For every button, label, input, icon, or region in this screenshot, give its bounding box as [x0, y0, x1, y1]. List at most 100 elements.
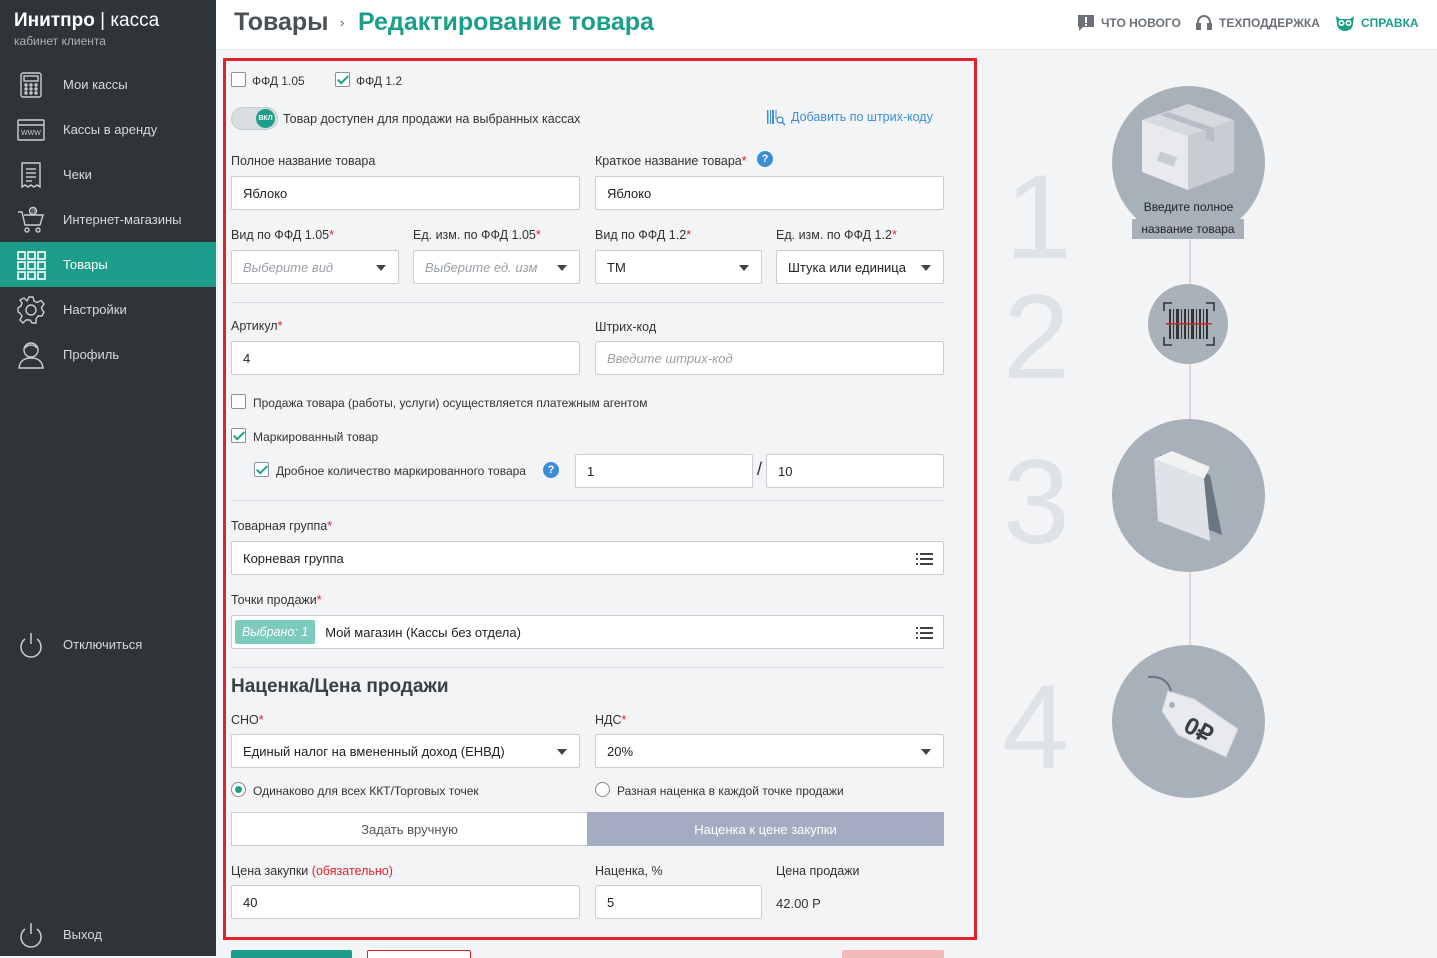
- article-label: Артикул*: [231, 319, 283, 333]
- barcode-search-icon: [767, 110, 786, 126]
- sidebar-item-products[interactable]: Товары: [0, 242, 216, 287]
- support-link[interactable]: ТЕХПОДДЕРЖКА: [1195, 14, 1320, 32]
- help-icon[interactable]: ?: [543, 462, 559, 478]
- sidebar-item-label: Товары: [63, 257, 108, 272]
- ffd12-checkbox[interactable]: [335, 72, 350, 87]
- fraction-numerator-input[interactable]: 1: [575, 454, 753, 488]
- sidebar-item-label: Чеки: [63, 167, 92, 182]
- cash-register-icon: [16, 70, 46, 100]
- ffd105-checkbox[interactable]: [231, 72, 246, 87]
- full-name-input[interactable]: Яблоко: [231, 176, 580, 210]
- availability-toggle[interactable]: ВКЛ: [231, 107, 278, 130]
- toggle-knob: ВКЛ: [256, 109, 275, 128]
- add-by-barcode-link[interactable]: Добавить по штрих-коду: [766, 108, 933, 126]
- web-window-icon: WWW: [16, 115, 46, 145]
- fraction-slash: /: [757, 459, 763, 479]
- chat-alert-icon: [1078, 15, 1094, 31]
- same-markup-radio[interactable]: [231, 782, 246, 797]
- product-group-label: Товарная группа*: [231, 519, 333, 533]
- sno-select[interactable]: Единый налог на вмененный доход (ЕНВД): [231, 734, 580, 768]
- sale-price-label: Цена продажи: [776, 864, 860, 878]
- kind105-select[interactable]: Выберите вид: [231, 250, 399, 284]
- unit12-label: Ед. изм. по ФФД 1.2*: [776, 228, 897, 242]
- chevron-down-icon: [557, 749, 567, 755]
- markup-label: Наценка, %: [595, 864, 663, 878]
- disconnect-button[interactable]: Отключиться: [0, 622, 216, 667]
- step1-circle: Введите полное название товара: [1112, 86, 1265, 239]
- unit105-select[interactable]: Выберите ед. изм: [413, 250, 580, 284]
- sidebar-item-label: Профиль: [63, 347, 120, 362]
- save-button[interactable]: [231, 950, 352, 958]
- nds-label: НДС*: [595, 713, 627, 727]
- logout-button[interactable]: Выход: [0, 912, 216, 957]
- fractional-quantity-checkbox[interactable]: [254, 462, 269, 477]
- help-icon[interactable]: ?: [757, 151, 773, 167]
- different-markup-radio[interactable]: [595, 782, 610, 797]
- article-input[interactable]: 4: [231, 341, 580, 375]
- chevron-down-icon: [921, 265, 931, 271]
- divider: [231, 667, 944, 668]
- breadcrumb-separator: ›: [340, 15, 345, 30]
- folder-icon: [1154, 451, 1222, 541]
- breadcrumb-products[interactable]: Товары: [234, 8, 329, 37]
- product-group-select[interactable]: Корневая группа: [231, 541, 944, 575]
- tab-manual[interactable]: Задать вручную: [231, 812, 588, 846]
- step-number: 2: [1003, 270, 1070, 404]
- kind12-select[interactable]: ТМ: [595, 250, 762, 284]
- tab-markup[interactable]: Наценка к цене закупки: [587, 812, 944, 846]
- gear-icon: [16, 295, 46, 325]
- kind105-label: Вид по ФФД 1.05*: [231, 228, 335, 242]
- divider: [231, 500, 944, 501]
- ffd12-label: ФФД 1.2: [356, 74, 402, 88]
- marked-product-checkbox[interactable]: [231, 428, 246, 443]
- nds-select[interactable]: 20%: [595, 734, 944, 768]
- purchase-price-input[interactable]: 40: [231, 885, 580, 919]
- page-title: Редактирование товара: [358, 8, 654, 36]
- sidebar-item-label: Кассы в аренду: [63, 122, 158, 137]
- unit12-select[interactable]: Штука или единица: [776, 250, 944, 284]
- sidebar-item-label: Мои кассы: [63, 77, 128, 92]
- sidebar-item-rent-registers[interactable]: WWW Кассы в аренду: [0, 107, 216, 152]
- step4-circle: 0₽: [1112, 645, 1265, 798]
- logout-label: Выход: [63, 927, 102, 942]
- chevron-down-icon: [376, 265, 386, 271]
- barcode-input[interactable]: Введите штрих-код: [595, 341, 944, 375]
- kind12-label: Вид по ФФД 1.2*: [595, 228, 692, 242]
- shopping-cart-icon: @: [16, 205, 46, 235]
- step-number: 1: [1005, 150, 1072, 284]
- availability-label: Товар доступен для продажи на выбранных …: [283, 112, 581, 126]
- price-tag-icon: 0₽: [1147, 675, 1239, 758]
- svg-text:WWW: WWW: [21, 130, 41, 137]
- receipt-icon: [16, 160, 46, 190]
- fraction-denominator-input[interactable]: 10: [766, 454, 944, 488]
- grid-icon: [16, 250, 46, 280]
- box-icon: [1142, 104, 1234, 190]
- payment-agent-checkbox[interactable]: [231, 394, 246, 409]
- step1-caption-line1: Введите полное: [1143, 200, 1234, 214]
- step-number: 4: [1002, 660, 1069, 794]
- whats-new-link[interactable]: ЧТО НОВОГО: [1077, 14, 1181, 32]
- chevron-down-icon: [739, 265, 749, 271]
- step2-circle: [1148, 284, 1228, 364]
- sidebar-item-profile[interactable]: Профиль: [0, 332, 216, 377]
- app-logo[interactable]: Инитпро | касса: [14, 10, 159, 32]
- owl-icon: [1336, 16, 1354, 31]
- sidebar-item-online-stores[interactable]: @ Интернет-магазины: [0, 197, 216, 242]
- cancel-button[interactable]: [367, 950, 471, 958]
- sidebar-item-settings[interactable]: Настройки: [0, 287, 216, 332]
- short-name-input[interactable]: Яблоко: [595, 176, 944, 210]
- chevron-down-icon: [557, 265, 567, 271]
- steps-illustration: 1 2 3 4 Введите полное название товара 0…: [985, 58, 1437, 956]
- marked-product-label: Маркированный товар: [253, 430, 379, 444]
- ffd105-label: ФФД 1.05: [252, 74, 305, 88]
- sale-points-select[interactable]: Выбрано: 1 Мой магазин (Кассы без отдела…: [231, 615, 944, 649]
- delete-button[interactable]: [842, 950, 944, 958]
- sidebar-item-receipts[interactable]: Чеки: [0, 152, 216, 197]
- help-link[interactable]: СПРАВКА: [1335, 14, 1419, 32]
- power-icon: [16, 630, 46, 660]
- sidebar-item-my-registers[interactable]: Мои кассы: [0, 62, 216, 107]
- purchase-price-label: Цена закупки (обязательно): [231, 864, 393, 878]
- markup-input[interactable]: 5: [595, 885, 762, 919]
- sale-points-label: Точки продажи*: [231, 593, 322, 607]
- step3-circle: [1112, 419, 1265, 572]
